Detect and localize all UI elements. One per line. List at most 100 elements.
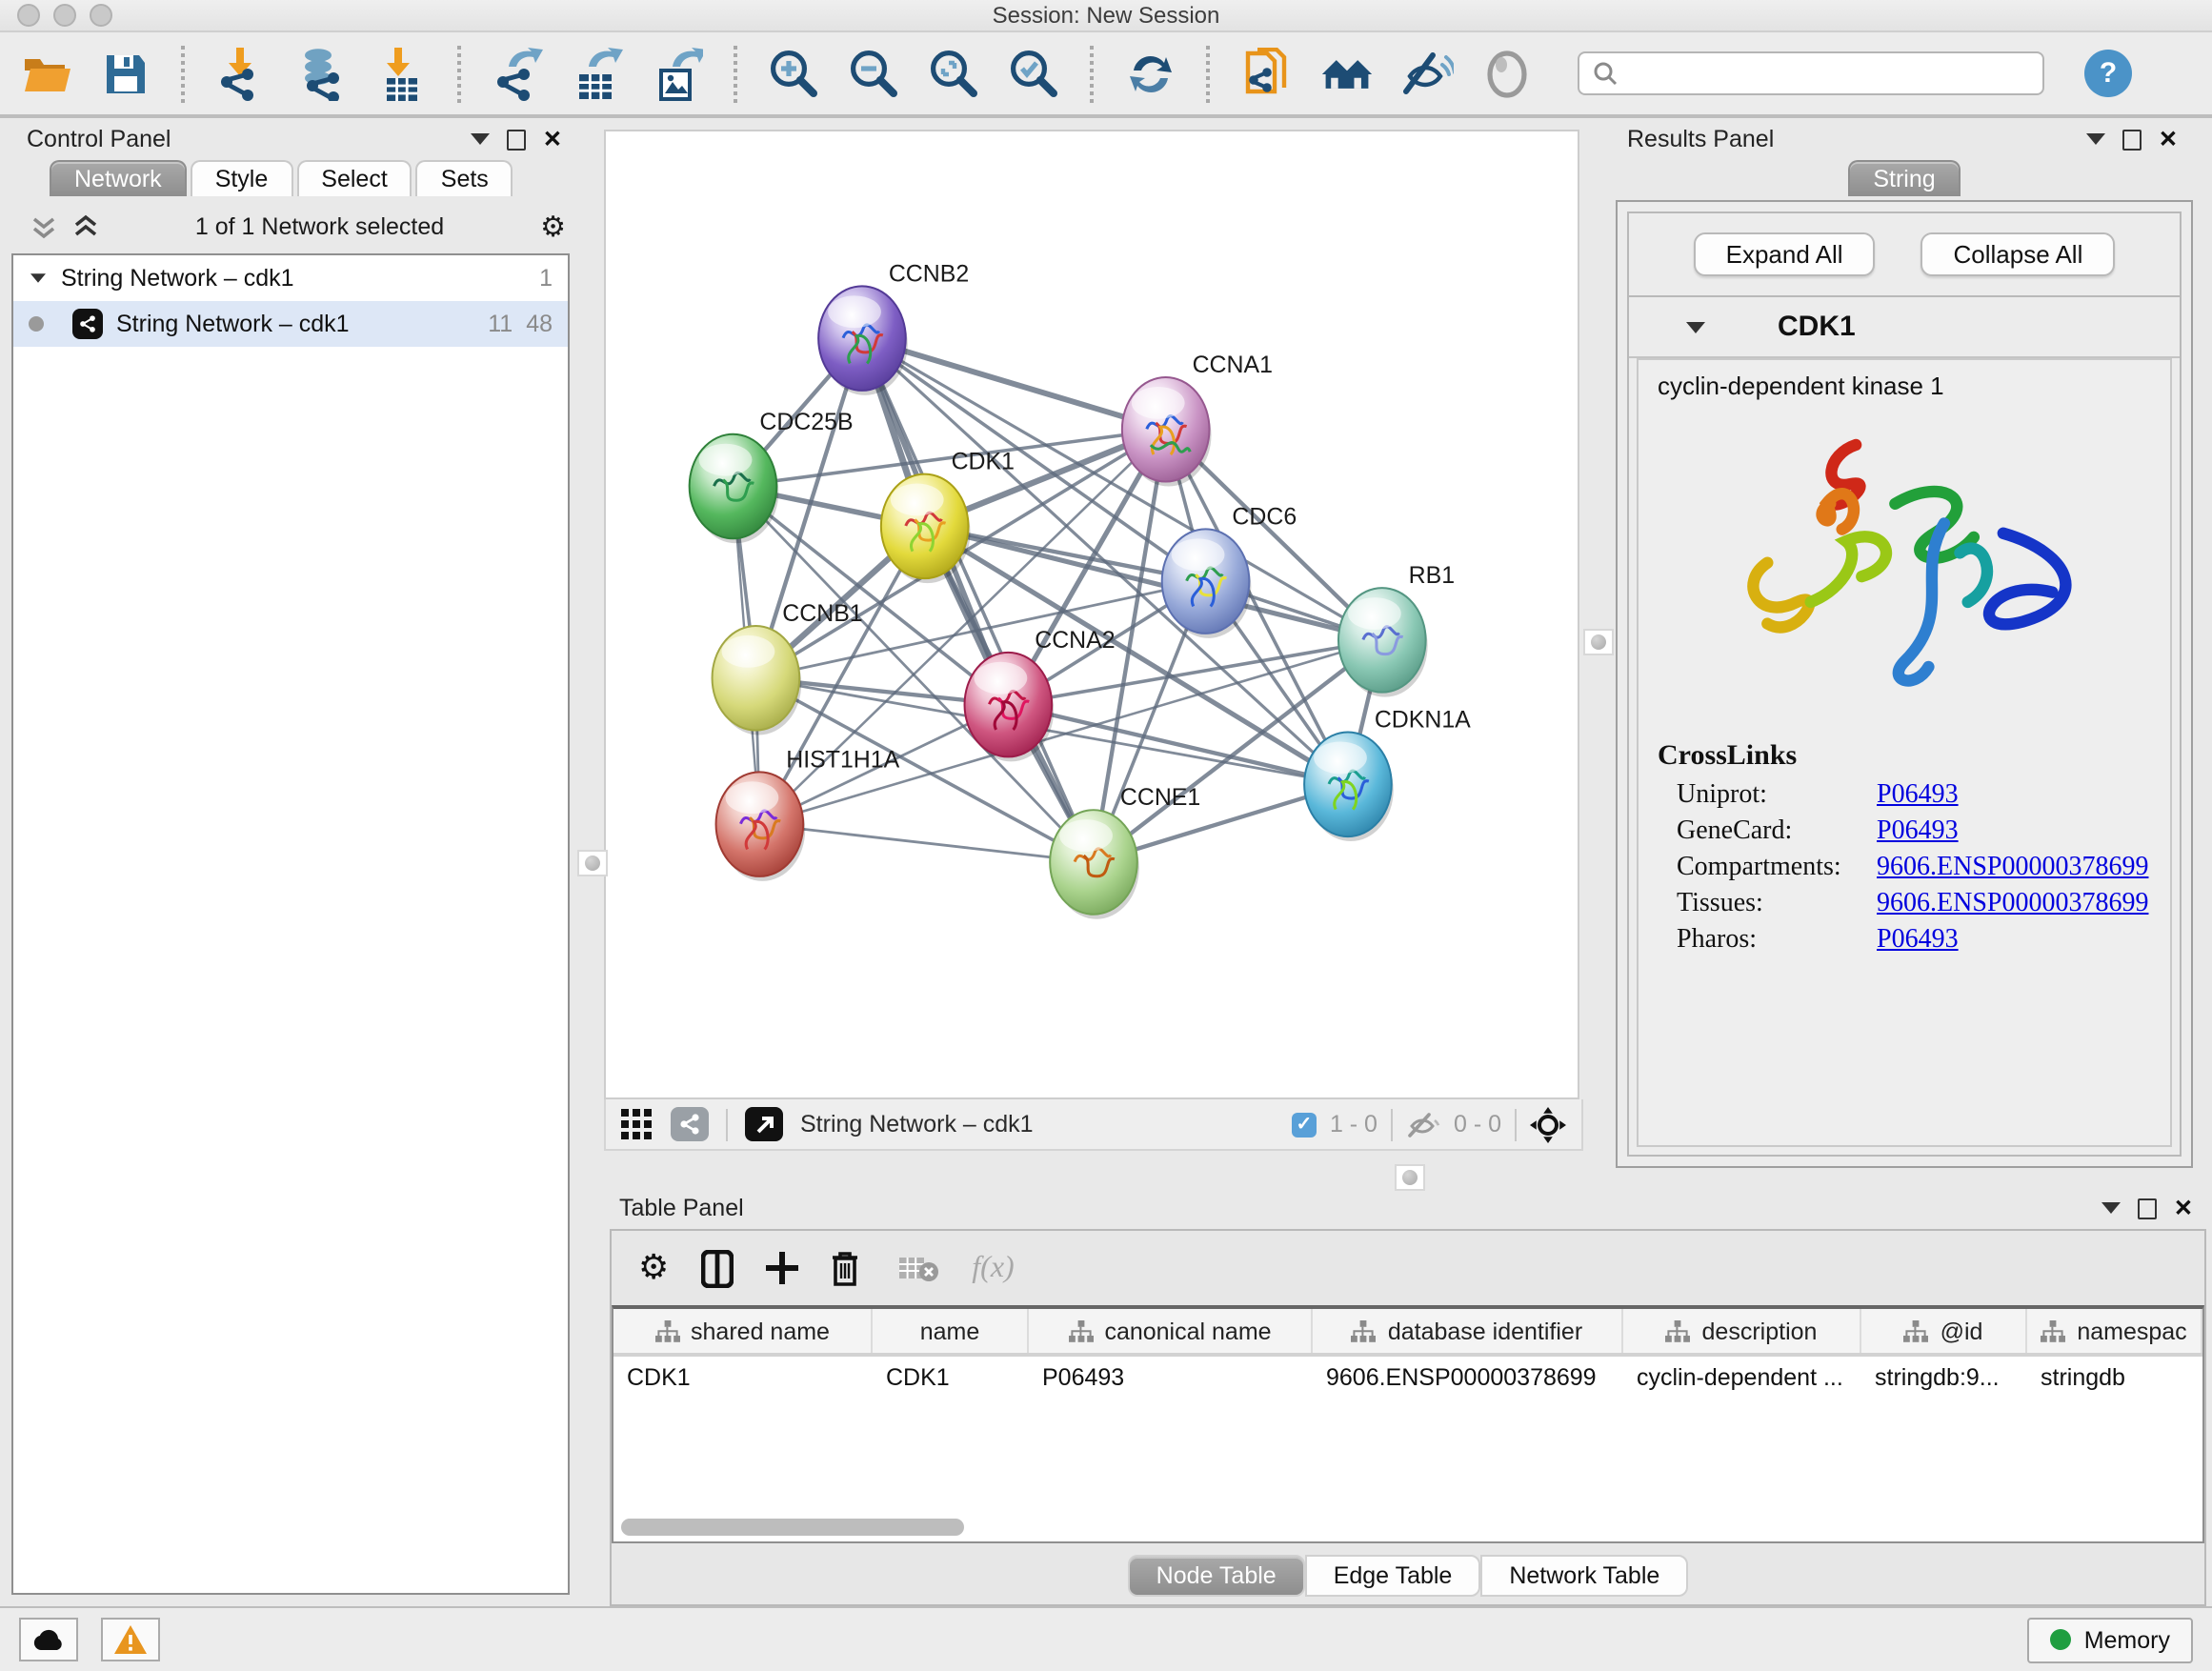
- function-builder-icon[interactable]: f(x): [972, 1251, 1014, 1285]
- tab-string[interactable]: String: [1848, 160, 1960, 196]
- tab-network[interactable]: Network: [50, 160, 187, 196]
- network-edge[interactable]: [862, 338, 1166, 430]
- share-network-icon[interactable]: [671, 1107, 709, 1141]
- crosslink-link[interactable]: P06493: [1877, 926, 1959, 956]
- zoom-fit-icon[interactable]: [928, 47, 981, 100]
- column-header[interactable]: shared name: [613, 1309, 873, 1353]
- table-options-gear-icon[interactable]: ⚙: [638, 1248, 669, 1288]
- expander-icon[interactable]: [30, 273, 46, 283]
- tab-edge-table[interactable]: Edge Table: [1305, 1555, 1481, 1597]
- export-image-icon[interactable]: [652, 47, 705, 100]
- network-node[interactable]: CDKN1A: [1304, 707, 1471, 842]
- share-file-icon[interactable]: [1240, 47, 1294, 100]
- inspector-icon[interactable]: [1480, 47, 1534, 100]
- panel-splitter[interactable]: [1583, 118, 1612, 1168]
- panel-menu-icon[interactable]: [471, 133, 490, 145]
- expand-all-button[interactable]: Expand All: [1694, 232, 1876, 276]
- selected-checkbox-icon[interactable]: ✓: [1292, 1112, 1317, 1137]
- fit-content-crosshair-icon[interactable]: [1530, 1106, 1566, 1142]
- close-panel-icon[interactable]: ✕: [543, 128, 562, 151]
- create-column-icon[interactable]: [766, 1252, 798, 1284]
- gene-header[interactable]: CDK1: [1629, 297, 2180, 358]
- import-table-icon[interactable]: [375, 47, 429, 100]
- node-label: CCNB2: [889, 260, 969, 287]
- column-header[interactable]: canonical name: [1029, 1309, 1313, 1353]
- collapse-all-button[interactable]: Collapse All: [1921, 232, 2116, 276]
- panel-splitter[interactable]: [581, 118, 604, 1606]
- birds-eye-view-icon[interactable]: [621, 1108, 654, 1140]
- crosslink-link[interactable]: 9606.ENSP00000378699: [1877, 854, 2148, 884]
- help-button[interactable]: ?: [2084, 50, 2132, 97]
- show-columns-icon[interactable]: [701, 1249, 734, 1287]
- zoom-selected-icon[interactable]: [1008, 47, 1061, 100]
- network-node[interactable]: HIST1H1A: [716, 746, 900, 881]
- network-node[interactable]: CCNE1: [1050, 784, 1200, 919]
- column-header[interactable]: @id: [1861, 1309, 2027, 1353]
- network-edge[interactable]: [759, 824, 1094, 862]
- network-node[interactable]: CCNB1: [713, 600, 863, 735]
- network-node[interactable]: CCNB2: [818, 260, 969, 395]
- network-view-title: String Network – cdk1: [800, 1111, 1034, 1137]
- column-header[interactable]: namespac: [2027, 1309, 2202, 1353]
- network-node[interactable]: RB1: [1338, 562, 1455, 697]
- zoom-out-icon[interactable]: [848, 47, 901, 100]
- collapse-all-icon[interactable]: [30, 213, 57, 240]
- delete-column-icon[interactable]: [831, 1250, 859, 1286]
- expand-all-icon[interactable]: [72, 213, 99, 240]
- panel-splitter[interactable]: [604, 1168, 2212, 1187]
- open-external-icon[interactable]: [745, 1107, 783, 1141]
- splitter-handle[interactable]: [577, 850, 608, 876]
- horizontal-scrollbar[interactable]: [621, 1519, 964, 1536]
- import-network-database-icon[interactable]: [295, 47, 349, 100]
- network-row[interactable]: String Network – cdk1 11 48: [13, 301, 568, 347]
- memory-button[interactable]: Memory: [2027, 1617, 2193, 1662]
- network-edge[interactable]: [1008, 705, 1348, 785]
- gene-description: cyclin-dependent kinase 1: [1658, 372, 2170, 400]
- homes-icon[interactable]: [1320, 47, 1374, 100]
- gear-icon[interactable]: ⚙: [540, 210, 566, 244]
- column-header[interactable]: database identifier: [1313, 1309, 1623, 1353]
- network-node[interactable]: CDK1: [881, 449, 1015, 584]
- eye-slash-icon[interactable]: [1400, 47, 1454, 100]
- float-panel-icon[interactable]: [2122, 129, 2142, 150]
- network-collection-row[interactable]: String Network – cdk1 1: [13, 255, 568, 301]
- panel-menu-icon[interactable]: [2086, 133, 2105, 145]
- crosslink-link[interactable]: P06493: [1877, 817, 1959, 848]
- tab-sets[interactable]: Sets: [416, 160, 513, 196]
- open-session-folder-icon[interactable]: [19, 47, 72, 100]
- refresh-icon[interactable]: [1124, 47, 1177, 100]
- export-network-icon[interactable]: [492, 47, 545, 100]
- column-header[interactable]: description: [1623, 1309, 1861, 1353]
- zoom-in-icon[interactable]: [768, 47, 821, 100]
- network-node[interactable]: CCNA1: [1122, 352, 1273, 487]
- panel-menu-icon[interactable]: [2101, 1202, 2121, 1214]
- table-cell: 9606.ENSP00000378699: [1313, 1357, 1623, 1397]
- cloud-status-button[interactable]: [19, 1618, 78, 1661]
- tab-select[interactable]: Select: [296, 160, 412, 196]
- close-panel-icon[interactable]: ✕: [2159, 128, 2178, 151]
- export-table-icon[interactable]: [572, 47, 625, 100]
- collapse-gene-icon[interactable]: [1686, 321, 1705, 332]
- import-network-icon[interactable]: [215, 47, 269, 100]
- table-row[interactable]: CDK1CDK1P064939606.ENSP00000378699cyclin…: [613, 1357, 2202, 1397]
- tab-node-table[interactable]: Node Table: [1128, 1555, 1305, 1597]
- warning-button[interactable]: [101, 1618, 160, 1661]
- float-panel-icon[interactable]: [2138, 1198, 2157, 1218]
- hidden-eye-slash-icon[interactable]: [1406, 1110, 1440, 1138]
- column-header[interactable]: name: [873, 1309, 1029, 1353]
- tab-style[interactable]: Style: [191, 160, 293, 196]
- crosslink-link[interactable]: P06493: [1877, 781, 1959, 812]
- clear-table-icon[interactable]: [899, 1254, 939, 1282]
- crosslink-link[interactable]: 9606.ENSP00000378699: [1877, 890, 2148, 920]
- float-panel-icon[interactable]: [507, 129, 526, 150]
- search-input[interactable]: [1627, 58, 2029, 89]
- column-type-icon: [1904, 1319, 1929, 1342]
- save-session-icon[interactable]: [99, 47, 152, 100]
- close-panel-icon[interactable]: ✕: [2174, 1197, 2193, 1219]
- splitter-handle[interactable]: [1395, 1164, 1425, 1191]
- tab-network-table[interactable]: Network Table: [1480, 1555, 1688, 1597]
- network-node[interactable]: CDC25B: [690, 409, 854, 544]
- network-canvas[interactable]: CCNB2CCNA1CDC25BCDK1CDC6RB1CCNB1CCNA2CDK…: [604, 130, 1579, 1099]
- splitter-handle[interactable]: [1583, 629, 1614, 655]
- node-table: shared namenamecanonical namedatabase id…: [612, 1305, 2204, 1543]
